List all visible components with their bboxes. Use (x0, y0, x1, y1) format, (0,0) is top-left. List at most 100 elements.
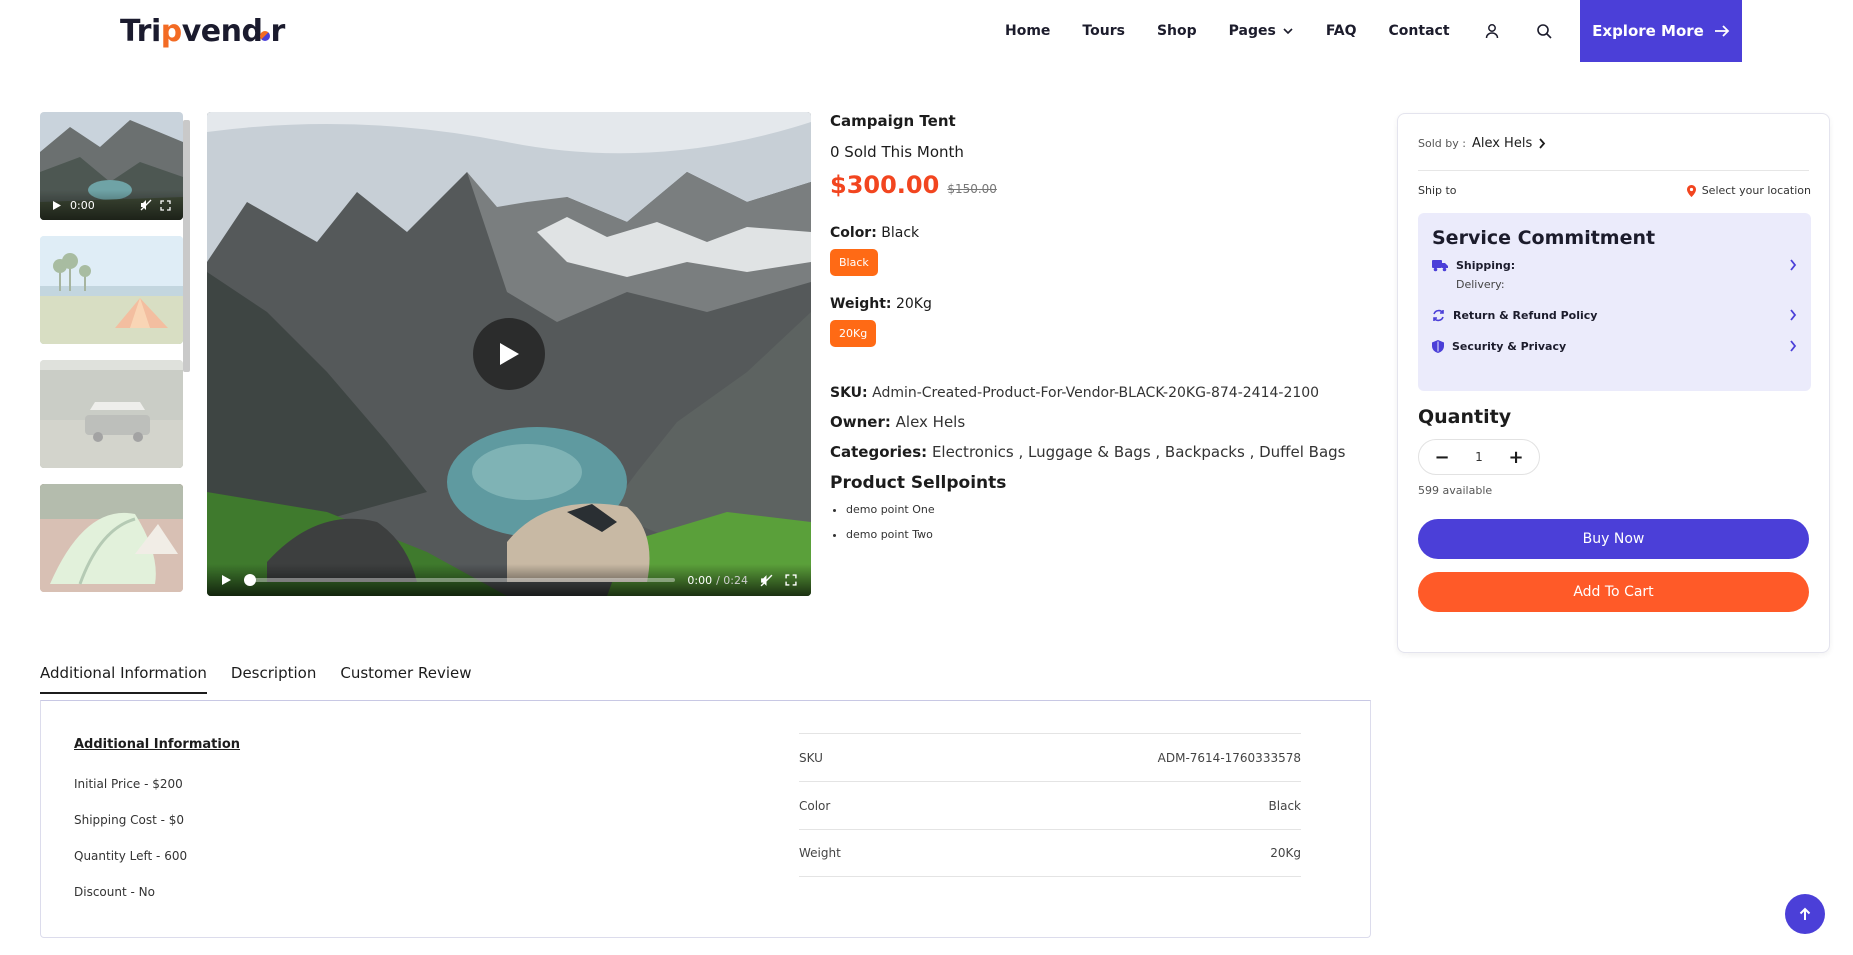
video-progress-knob[interactable] (244, 574, 256, 586)
increase-quantity-button[interactable]: + (1507, 447, 1525, 468)
purchase-card: Sold by : Alex Hels Ship to Select your … (1397, 113, 1830, 653)
color-chip-black[interactable]: Black (830, 249, 878, 276)
thumbnail-image-1[interactable] (40, 236, 183, 344)
scroll-to-top-button[interactable] (1785, 894, 1825, 934)
product-sold-count: 0 Sold This Month (830, 143, 964, 161)
product-price: $300.00 (830, 171, 940, 199)
main-nav: Home Tours Shop Pages FAQ Contact 0 (1005, 0, 1638, 62)
color-label: Color: (830, 225, 877, 241)
color-value: Black (881, 225, 920, 241)
tab-additional-information[interactable]: Additional Information (40, 664, 207, 694)
play-icon (500, 343, 519, 365)
card-divider (1418, 170, 1809, 171)
thumbnail-car-camp-image (40, 360, 183, 468)
spec-key: SKU (799, 750, 823, 765)
tab-description[interactable]: Description (231, 664, 316, 694)
sellpoint-item: demo point One (846, 503, 1370, 516)
explore-more-button[interactable]: Explore More (1580, 0, 1742, 62)
brand-logo-text-1: Tri (120, 14, 161, 49)
shipping-cost-line: Shipping Cost - $0 (74, 813, 185, 827)
video-controls: 0:00 / 0:24 (207, 564, 811, 596)
spec-row: SKU ADM-7614-1760333578 (799, 733, 1301, 781)
buy-now-button[interactable]: Buy Now (1418, 519, 1809, 559)
additional-information-panel: Additional Information Initial Price - $… (40, 700, 1371, 938)
location-label: Select your location (1701, 184, 1811, 197)
product-tabs: Additional Information Description Custo… (40, 664, 1380, 694)
thumbnail-list: 0:00 (40, 112, 190, 594)
available-stock: 599 available (1418, 484, 1493, 497)
thumbnail-dome-tent-image (40, 484, 183, 592)
thumbnail-tent-beach-image (40, 236, 183, 344)
service-commitment-panel: Service Commitment Shipping: Delivery: R… (1418, 213, 1811, 391)
nav-home[interactable]: Home (1005, 23, 1050, 39)
spec-value: ADM-7614-1760333578 (1157, 750, 1301, 765)
video-duration: / 0:24 (716, 573, 748, 587)
main-video-player[interactable]: 0:00 / 0:24 (207, 112, 811, 596)
weight-chip-20kg[interactable]: 20Kg (830, 320, 877, 347)
add-to-cart-button[interactable]: Add To Cart (1418, 572, 1809, 612)
spec-row: Weight 20Kg (799, 829, 1301, 877)
brand-logo-text-3: vend (181, 14, 263, 49)
shipping-label: Shipping: (1456, 259, 1516, 272)
refresh-icon (1433, 309, 1444, 322)
nav-contact[interactable]: Contact (1389, 23, 1450, 39)
ship-to-label: Ship to (1418, 184, 1457, 197)
quantity-value[interactable]: 1 (1475, 450, 1483, 464)
sku-label: SKU: (830, 385, 868, 401)
product-old-price: $150.00 (947, 182, 997, 196)
thumbnail-image-3[interactable] (40, 484, 183, 592)
owner-row: Owner: Alex Hels (830, 413, 1370, 431)
video-play-button[interactable] (473, 318, 545, 390)
quantity-left-line: Quantity Left - 600 (74, 849, 188, 863)
sellpoint-item: demo point Two (846, 528, 1370, 541)
shipping-item[interactable]: Shipping: Delivery: (1432, 259, 1797, 291)
play-icon[interactable] (221, 574, 232, 586)
spec-key: Color (799, 798, 831, 813)
arrow-up-icon (1799, 907, 1811, 920)
thumbnail-video[interactable]: 0:00 (40, 112, 183, 220)
nav-shop[interactable]: Shop (1157, 23, 1197, 39)
mute-icon[interactable] (140, 199, 152, 211)
spec-value: Black (1268, 798, 1301, 813)
nav-faq[interactable]: FAQ (1326, 23, 1357, 39)
chevron-right-icon (1539, 138, 1546, 149)
nav-tours[interactable]: Tours (1082, 23, 1125, 39)
seller-link[interactable]: Alex Hels (1472, 136, 1532, 151)
quantity-title: Quantity (1418, 406, 1512, 428)
tab-customer-review[interactable]: Customer Review (340, 664, 471, 694)
thumbnail-image-2[interactable] (40, 360, 183, 468)
spec-table: SKU ADM-7614-1760333578 Color Black Weig… (799, 733, 1301, 877)
brand-logo-text-2: p (160, 14, 182, 49)
refund-policy-item[interactable]: Return & Refund Policy (1432, 309, 1797, 322)
chevron-right-icon (1790, 340, 1797, 352)
categories-value[interactable]: Electronics , Luggage & Bags , Backpacks… (932, 443, 1346, 461)
thumbnail-scrollbar[interactable] (183, 120, 190, 372)
brand-logo[interactable]: Tripvend r (120, 14, 285, 49)
categories-label: Categories: (830, 443, 928, 461)
weight-value: 20Kg (895, 296, 932, 312)
chevron-down-icon (1283, 28, 1293, 35)
explore-more-label: Explore More (1592, 22, 1704, 40)
fullscreen-icon[interactable] (160, 199, 171, 211)
fullscreen-icon[interactable] (785, 574, 797, 586)
brand-logo-text-4: r (270, 14, 285, 49)
quantity-stepper: − 1 + (1418, 439, 1540, 475)
truck-icon (1432, 260, 1448, 272)
sku-value: Admin-Created-Product-For-Vendor-BLACK-2… (872, 385, 1320, 401)
play-icon[interactable] (52, 200, 62, 211)
initial-price-line: Initial Price - $200 (74, 777, 183, 791)
search-icon[interactable] (1534, 21, 1554, 41)
product-title: Campaign Tent (830, 112, 956, 130)
security-privacy-label: Security & Privacy (1452, 340, 1567, 353)
select-location-button[interactable]: Select your location (1686, 184, 1811, 197)
decrease-quantity-button[interactable]: − (1433, 447, 1451, 468)
security-privacy-item[interactable]: Security & Privacy (1432, 340, 1797, 353)
nav-pages[interactable]: Pages (1229, 23, 1294, 39)
location-pin-icon (1686, 184, 1696, 197)
user-icon[interactable] (1482, 21, 1502, 41)
mute-icon[interactable] (760, 574, 773, 587)
video-progress-bar[interactable] (244, 574, 676, 586)
ship-to-row: Ship to Select your location (1418, 184, 1811, 197)
arrow-right-icon (1714, 25, 1730, 37)
spec-key: Weight (799, 846, 841, 860)
